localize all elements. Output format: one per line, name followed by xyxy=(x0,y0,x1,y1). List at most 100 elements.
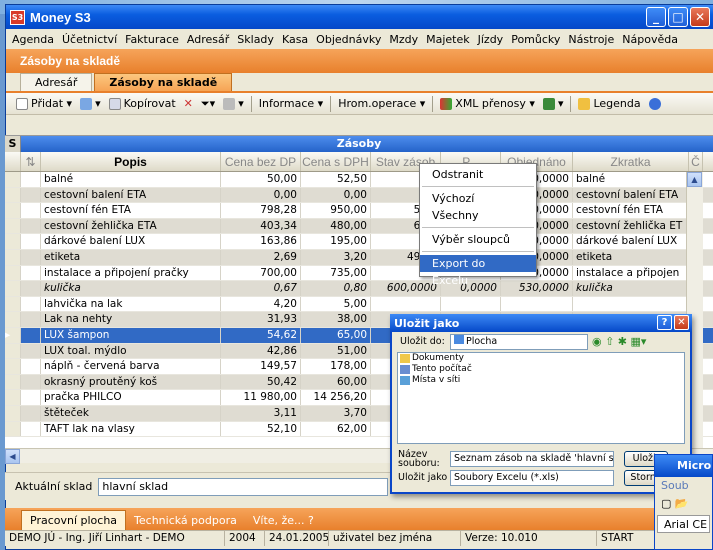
row-flag xyxy=(21,203,41,218)
print-button[interactable]: ▾ xyxy=(219,97,248,110)
add-button[interactable]: Přidat ▾ xyxy=(12,97,76,110)
row-indicator xyxy=(5,249,21,265)
table-row[interactable]: dárkové balení LUX 163,86 195,00 0,0000 dárk… xyxy=(5,234,713,250)
menu-agenda[interactable]: Agenda xyxy=(8,33,58,46)
copy-button[interactable]: Kopírovat xyxy=(105,97,180,110)
tab-pracovni-plocha[interactable]: Pracovní plocha xyxy=(21,510,127,530)
row-flag xyxy=(21,172,41,187)
row-flag xyxy=(21,421,41,437)
table-row[interactable]: instalace a připojení pračky 700,00 735,00… xyxy=(5,265,713,282)
tabs: Adresář Zásoby na skladě xyxy=(6,73,713,93)
row-flag xyxy=(21,359,41,374)
table-row[interactable]: etiketa2,693,20490,00,0000etiketa xyxy=(5,249,713,266)
dialog-close-icon[interactable]: ✕ xyxy=(674,315,689,330)
menu-adresar[interactable]: Adresář xyxy=(183,33,233,46)
excel-icon xyxy=(542,97,555,110)
status-version: Verze: 10.010 xyxy=(461,531,597,546)
font-select[interactable]: Arial CE xyxy=(657,515,710,533)
second-window-title: Micro xyxy=(655,455,712,477)
second-window-menu[interactable]: Soub xyxy=(655,477,712,495)
menu-item-export-excel[interactable]: Export do Excelu xyxy=(420,255,536,287)
header-zkratka[interactable]: Zkratka xyxy=(573,152,689,171)
excel-button[interactable]: ▾ xyxy=(539,97,568,110)
sklad-input[interactable]: hlavní sklad xyxy=(98,477,389,496)
header-sort-icon[interactable]: ⇅ xyxy=(21,152,41,171)
file-item-dokumenty[interactable]: Dokumenty xyxy=(398,353,684,364)
xml-button[interactable]: XML přenosy ▾ xyxy=(436,97,539,110)
menu-jizdy[interactable]: Jízdy xyxy=(474,33,508,46)
cell-zkratka: instalace a připojen xyxy=(573,265,689,281)
menu-nastroje[interactable]: Nástroje xyxy=(564,33,618,46)
header-c[interactable]: Č xyxy=(689,152,703,171)
header-cena-s[interactable]: Cena s DPH xyxy=(301,152,371,171)
file-item-mista[interactable]: Místa v síti xyxy=(398,375,684,386)
menu-napoveda[interactable]: Nápověda xyxy=(618,33,682,46)
row-flag xyxy=(21,234,41,249)
table-row[interactable]: lahvička na lak 4,20 5,00 xyxy=(5,296,713,313)
tab-technicka-podpora[interactable]: Technická podpora xyxy=(126,510,245,530)
separator xyxy=(422,186,534,187)
cell-zkratka: balné xyxy=(573,172,689,187)
header-popis[interactable]: Popis xyxy=(41,152,221,171)
menu-item-vsechny[interactable]: Všechny xyxy=(420,207,536,224)
table-row[interactable]: cestovní fén ETA798,28950,0056,00,0000ce… xyxy=(5,203,713,219)
row-indicator xyxy=(5,374,21,390)
filename-input[interactable]: Seznam zásob na skladě 'hlavní sklad'.xl… xyxy=(450,451,614,467)
copy-icon xyxy=(108,97,121,110)
menu-item-vychozi[interactable]: Výchozí xyxy=(420,190,536,207)
menu-ucetnictvi[interactable]: Účetnictví xyxy=(58,33,121,46)
menu-item-vyber-sloupcu[interactable]: Výběr sloupců xyxy=(420,231,536,248)
nav-icons[interactable]: ◉ ⇧ ✱ ▦▾ xyxy=(592,335,646,348)
table-row[interactable]: cestovní balení ETA 0,00 0,00 0,0000 cestovn… xyxy=(5,187,713,204)
maximize-button[interactable]: □ xyxy=(668,7,688,27)
cell-objednano: 530,0000 xyxy=(501,281,573,296)
tab-zasoby[interactable]: Zásoby na skladě xyxy=(94,73,233,91)
save-in-select[interactable]: Plocha xyxy=(450,334,588,350)
menu-item-odstranit[interactable]: Odstranit xyxy=(420,166,536,183)
scroll-left-icon[interactable]: ◀ xyxy=(5,449,20,464)
info-button[interactable]: Informace ▾ xyxy=(255,97,327,110)
cell-popis: dárkové balení LUX xyxy=(41,234,221,249)
minimize-button[interactable]: _ xyxy=(646,7,666,27)
table-row[interactable]: cestovní žehlička ETA403,34480,0069,00,0… xyxy=(5,218,713,235)
cell-popis: LUX šampon xyxy=(41,327,221,343)
menu-pomucky[interactable]: Pomůcky xyxy=(507,33,564,46)
menu-sklady[interactable]: Sklady xyxy=(233,33,278,46)
filter-button[interactable]: ⏷ ▾ xyxy=(197,97,219,111)
menu-objednavky[interactable]: Objednávky xyxy=(312,33,385,46)
scroll-up-icon[interactable]: ▲ xyxy=(687,172,702,187)
cell-popis: balné xyxy=(41,172,221,187)
cell-cena-bez: 50,00 xyxy=(221,172,301,187)
legend-button[interactable]: Legenda xyxy=(574,97,644,110)
file-item-pocitac[interactable]: Tento počítač xyxy=(398,364,684,375)
filetype-select[interactable]: Soubory Excelu (*.xls) xyxy=(450,470,614,486)
menu-mzdy[interactable]: Mzdy xyxy=(385,33,422,46)
cell-zkratka: cestovní žehlička ET xyxy=(573,218,689,234)
cell-popis: pračka PHILCO xyxy=(41,390,221,405)
cell-cena-bez: 50,42 xyxy=(221,374,301,390)
grid-s-label: S xyxy=(5,136,21,152)
bulk-button[interactable]: Hrom.operace ▾ xyxy=(334,97,429,110)
app-title: Money S3 xyxy=(30,9,91,25)
menu-kasa[interactable]: Kasa xyxy=(278,33,312,46)
tab-vite-ze[interactable]: Víte, že... ? xyxy=(245,510,322,530)
dialog-help-icon[interactable]: ? xyxy=(657,315,672,330)
menu-bar: Agenda Účetnictví Fakturace Adresář Skla… xyxy=(6,29,713,49)
delete-button[interactable]: ✕ xyxy=(180,97,197,110)
menu-majetek[interactable]: Majetek xyxy=(422,33,474,46)
cell-cena-bez: 163,86 xyxy=(221,234,301,249)
table-row[interactable]: balné50,0052,500,0000balné8 xyxy=(5,172,713,188)
table-row[interactable]: kulička 0,67 0,80 600,0000 0,0000 530,0000 kul… xyxy=(5,281,713,297)
header-cena-bez[interactable]: Cena bez DP xyxy=(221,152,301,171)
close-button[interactable]: ✕ xyxy=(690,7,710,27)
help-button[interactable] xyxy=(645,97,668,110)
xml-icon xyxy=(440,97,453,110)
tab-adresar[interactable]: Adresář xyxy=(20,73,93,91)
edit-icon xyxy=(80,97,93,110)
row-flag xyxy=(21,312,41,327)
menu-fakturace[interactable]: Fakturace xyxy=(121,33,183,46)
status-start: START xyxy=(597,531,657,546)
edit-button[interactable]: ▾ xyxy=(76,97,105,110)
cell-popis: cestovní žehlička ETA xyxy=(41,218,221,234)
cell-popis: instalace a připojení pračky xyxy=(41,265,221,281)
